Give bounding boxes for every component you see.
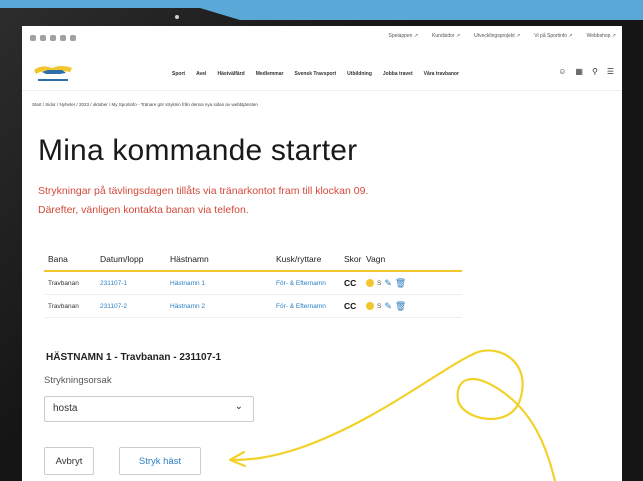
- cart-status-dot: [366, 279, 374, 287]
- breadcrumb[interactable]: Start / Sidor / Nyheter / 2023 / oktober…: [32, 102, 258, 107]
- column-header: Skor: [344, 254, 362, 264]
- column-header: Bana: [48, 254, 68, 264]
- social-icons: [30, 35, 76, 41]
- race-link[interactable]: 231107-1: [100, 280, 170, 287]
- shoes-value: CC: [344, 301, 357, 311]
- nav-links: Sport Avel Hästvälfärd Medlemmar Svensk …: [172, 71, 459, 77]
- reason-label: Strykningsorsak: [44, 375, 112, 386]
- horse-logo-icon[interactable]: [32, 62, 74, 84]
- nav-item[interactable]: Avel: [196, 71, 206, 77]
- notice-line: Strykningar på tävlingsdagen tillåts via…: [38, 185, 369, 197]
- notice-text: Strykningar på tävlingsdagen tillåts via…: [38, 182, 478, 220]
- camera-dot: [175, 15, 179, 19]
- table-row: Travbanan 231107-2 Hästnamn 2 För- & Eft…: [44, 295, 462, 318]
- cart-value: S: [377, 302, 382, 310]
- nav-item[interactable]: Jobba travet: [383, 71, 413, 77]
- cart-cell: S ✎ 🗑: [366, 278, 426, 289]
- trash-icon[interactable]: 🗑: [395, 301, 406, 312]
- race-link[interactable]: 231107-2: [100, 303, 170, 310]
- starts-table: Bana Datum/lopp Hästnamn Kusk/ryttare Sk…: [44, 248, 462, 318]
- driver-link[interactable]: För- & Efternamn: [276, 280, 344, 287]
- nav-item[interactable]: Hästvälfärd: [217, 71, 244, 77]
- main-nav: Sport Avel Hästvälfärd Medlemmar Svensk …: [22, 54, 622, 91]
- util-link[interactable]: Vi på Sportinfo ↗: [534, 33, 572, 39]
- social-icon[interactable]: [40, 35, 46, 41]
- scratch-horse-button[interactable]: Stryk häst: [119, 447, 201, 475]
- nav-item[interactable]: Våra travbanor: [424, 71, 459, 77]
- nav-item[interactable]: Sport: [172, 71, 185, 77]
- util-link[interactable]: Kundsidor ↗: [432, 33, 460, 39]
- util-link[interactable]: Utvecklingsprojekt ↗: [474, 33, 520, 39]
- social-icon[interactable]: [70, 35, 76, 41]
- column-header: Vagn: [366, 254, 386, 264]
- cart-status-dot: [366, 302, 374, 310]
- form-title: HÄSTNAMN 1 - Travbanan - 231107-1: [46, 352, 222, 363]
- search-icon[interactable]: ⚲: [592, 67, 598, 76]
- edit-icon[interactable]: ✎: [384, 278, 392, 289]
- shoes-value: CC: [344, 278, 357, 288]
- calendar-icon[interactable]: ▦: [575, 67, 583, 76]
- nav-icons: ☺ ▦ ⚲ ☰: [558, 67, 614, 76]
- nav-item[interactable]: Utbildning: [347, 71, 372, 77]
- page-title: Mina kommande starter: [38, 134, 358, 167]
- browser-screen: Spelappen ↗ Kundsidor ↗ Utvecklingsproje…: [22, 26, 622, 481]
- cell-bana: Travbanan: [48, 302, 79, 310]
- user-icon[interactable]: ☺: [558, 67, 566, 76]
- util-link[interactable]: Spelappen ↗: [389, 33, 419, 39]
- table-row: Travbanan 231107-1 Hästnamn 1 För- & Eft…: [44, 272, 462, 295]
- utility-links: Spelappen ↗ Kundsidor ↗ Utvecklingsproje…: [389, 33, 616, 39]
- reason-select[interactable]: hosta ⌄: [44, 396, 254, 422]
- horse-link[interactable]: Hästnamn 1: [170, 280, 276, 287]
- cell-bana: Travbanan: [48, 279, 79, 287]
- social-icon[interactable]: [60, 35, 66, 41]
- nav-item[interactable]: Medlemmar: [256, 71, 284, 77]
- social-icon[interactable]: [30, 35, 36, 41]
- column-header: Datum/lopp: [100, 254, 144, 264]
- cart-value: S: [377, 279, 382, 287]
- trash-icon[interactable]: 🗑: [395, 278, 406, 289]
- reason-select-value: hosta: [53, 403, 78, 414]
- menu-icon[interactable]: ☰: [607, 67, 614, 76]
- column-header: Hästnamn: [170, 254, 209, 264]
- edit-icon[interactable]: ✎: [384, 301, 392, 312]
- utility-bar: Spelappen ↗ Kundsidor ↗ Utvecklingsproje…: [22, 26, 622, 50]
- social-icon[interactable]: [50, 35, 56, 41]
- column-header: Kusk/ryttare: [276, 254, 322, 264]
- chevron-down-icon: ⌄: [234, 401, 243, 412]
- nav-item[interactable]: Svensk Travsport: [294, 71, 336, 77]
- laptop: Spelappen ↗ Kundsidor ↗ Utvecklingsproje…: [0, 0, 643, 481]
- cart-cell: S ✎ 🗑: [366, 301, 426, 312]
- table-header: Bana Datum/lopp Hästnamn Kusk/ryttare Sk…: [44, 248, 462, 272]
- horse-link[interactable]: Hästnamn 2: [170, 303, 276, 310]
- notice-line: Därefter, vänligen kontakta banan via te…: [38, 204, 249, 216]
- cancel-button[interactable]: Avbryt: [44, 447, 94, 475]
- driver-link[interactable]: För- & Efternamn: [276, 303, 344, 310]
- util-link[interactable]: Webbshop ↗: [587, 33, 616, 39]
